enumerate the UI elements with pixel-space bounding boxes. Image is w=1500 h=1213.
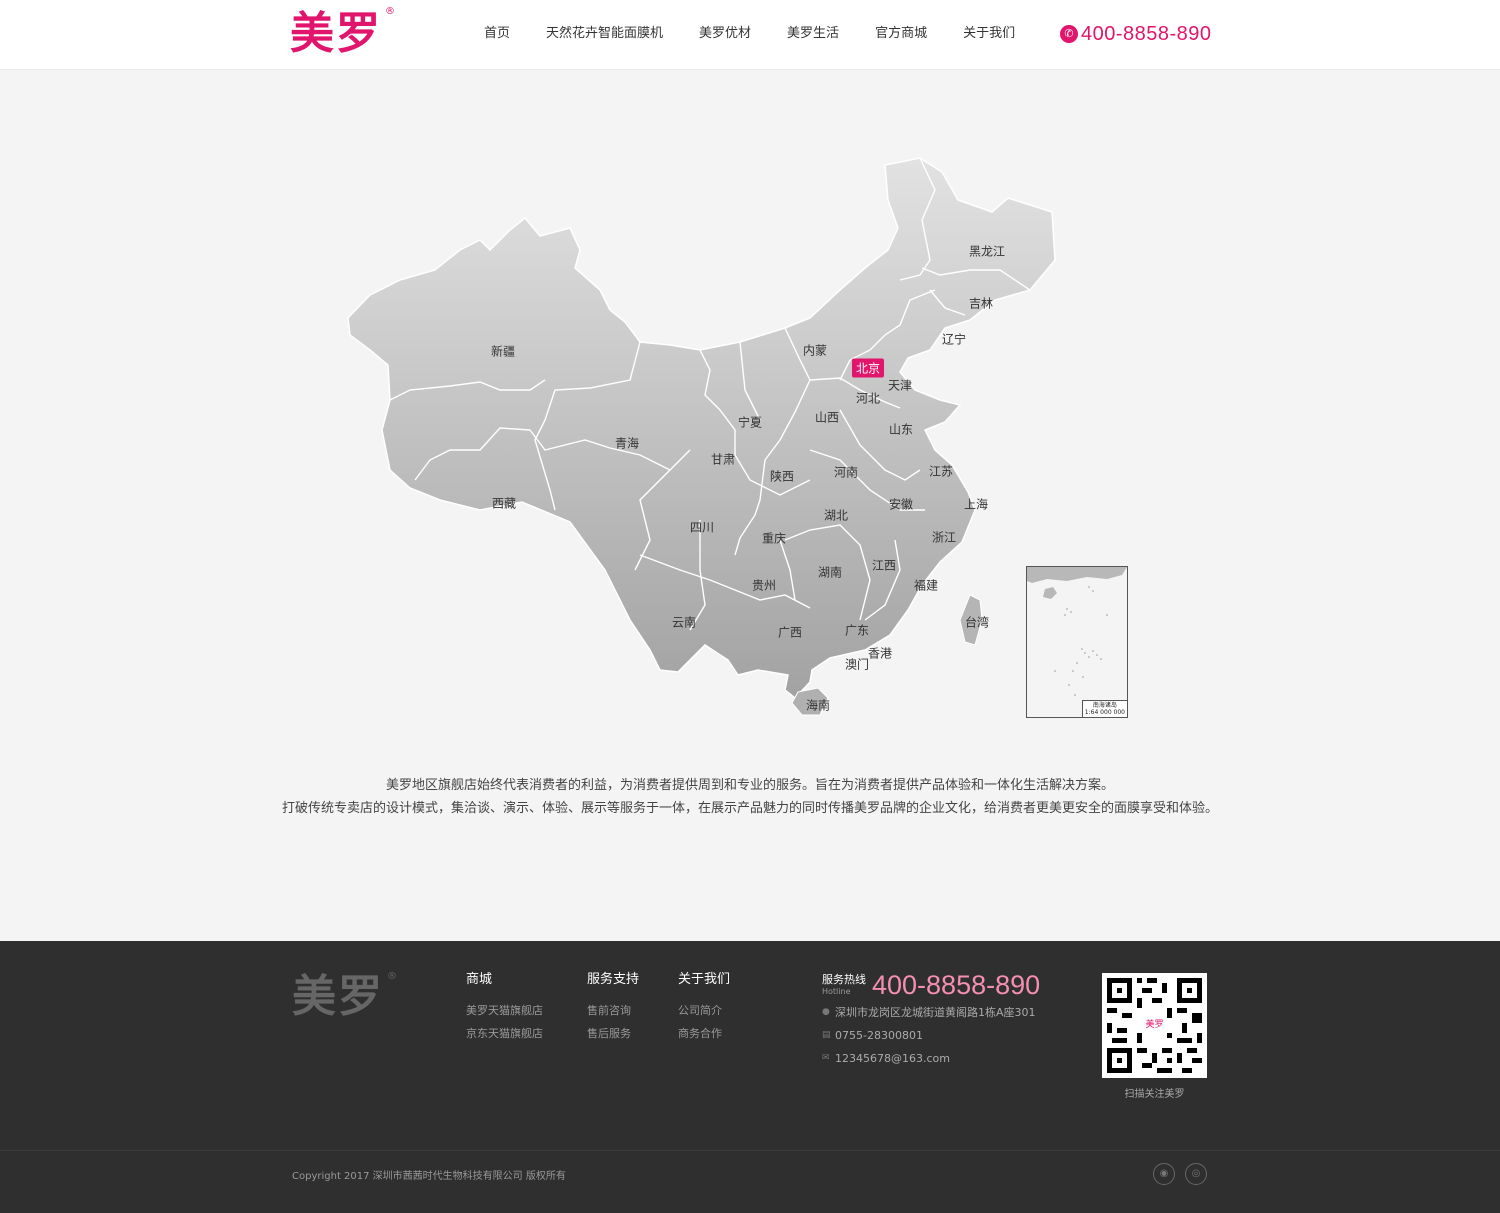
footer-link-presale[interactable]: 售前咨询 bbox=[587, 999, 639, 1022]
province-hongkong[interactable]: 香港 bbox=[868, 645, 892, 662]
footer-divider bbox=[0, 1150, 1500, 1151]
footer-link-company[interactable]: 公司简介 bbox=[678, 999, 730, 1022]
footer-hotline-label: 服务热线 bbox=[822, 973, 866, 986]
weibo-icon[interactable]: ◎ bbox=[1185, 1163, 1207, 1185]
province-neimeng[interactable]: 内蒙 bbox=[803, 342, 827, 359]
china-map-shape bbox=[347, 157, 1056, 716]
fax-icon: ▤ bbox=[822, 1030, 831, 1040]
inset-label-title: 南海诸岛 bbox=[1092, 702, 1117, 709]
province-hainan[interactable]: 海南 bbox=[806, 697, 830, 714]
location-icon: ● bbox=[822, 1007, 830, 1017]
province-xizang[interactable]: 西藏 bbox=[492, 495, 516, 512]
province-xinjiang[interactable]: 新疆 bbox=[491, 343, 515, 360]
footer-fax-text: 0755-28300801 bbox=[835, 1029, 923, 1042]
province-liaoning[interactable]: 辽宁 bbox=[942, 331, 966, 348]
footer-registered-mark: ® bbox=[387, 971, 399, 982]
footer-link-tmall[interactable]: 美罗天猫旗舰店 bbox=[466, 999, 543, 1022]
inset-label-scale: 1:64 000 000 bbox=[1084, 709, 1125, 716]
footer-col-title: 商城 bbox=[466, 972, 493, 987]
footer-address: ● 深圳市龙岗区龙城街道黄阁路1栋A座301 bbox=[822, 1001, 1040, 1024]
province-shanghai[interactable]: 上海 bbox=[964, 496, 988, 513]
province-shanxi[interactable]: 山西 bbox=[815, 409, 839, 426]
footer-service: 服务热线 Hotline 400-8858-890 ● 深圳市龙岗区龙城街道黄阁… bbox=[822, 969, 1040, 1070]
province-fujian[interactable]: 福建 bbox=[914, 577, 938, 594]
nav-item-store[interactable]: 官方商城 bbox=[857, 0, 945, 70]
logo[interactable]: 美罗 ® bbox=[290, 6, 395, 60]
footer-col-service: 服务支持 售前咨询 售后服务 bbox=[587, 971, 639, 1045]
province-anhui[interactable]: 安徽 bbox=[889, 496, 913, 513]
qr-center-logo: 美罗 bbox=[1145, 1020, 1164, 1030]
inset-label: 南海诸岛 1:64 000 000 bbox=[1081, 700, 1127, 717]
description-line-2: 打破传统专卖店的设计模式，集洽谈、演示、体验、展示等服务于一体，在展示产品魅力的… bbox=[281, 801, 1218, 816]
province-jiangsu[interactable]: 江苏 bbox=[929, 463, 953, 480]
nav-item-home[interactable]: 首页 bbox=[466, 0, 528, 70]
china-map: 黑龙江 吉林 辽宁 内蒙 北京 天津 河北 新疆 宁夏 山西 山东 青海 甘肃 … bbox=[340, 150, 1140, 730]
nav-item-materials[interactable]: 美罗优材 bbox=[681, 0, 769, 70]
footer-hotline-number: 400-8858-890 bbox=[872, 970, 1041, 1000]
province-hunan[interactable]: 湖南 bbox=[818, 564, 842, 581]
qr-code: 美罗 bbox=[1102, 973, 1207, 1078]
province-guizhou[interactable]: 贵州 bbox=[752, 577, 776, 594]
province-zhejiang[interactable]: 浙江 bbox=[932, 529, 956, 546]
province-jilin[interactable]: 吉林 bbox=[969, 295, 993, 312]
province-yunnan[interactable]: 云南 bbox=[672, 614, 696, 631]
nav-item-life[interactable]: 美罗生活 bbox=[769, 0, 857, 70]
footer-fax: ▤ 0755-28300801 bbox=[822, 1024, 1040, 1047]
footer-logo[interactable]: 美罗 ® bbox=[292, 971, 397, 1023]
footer-link-aftersale[interactable]: 售后服务 bbox=[587, 1022, 639, 1045]
hotline-number: 400-8858-890 bbox=[1081, 23, 1212, 45]
footer-col-title: 服务支持 bbox=[587, 972, 640, 987]
footer-hotline-sub: Hotline bbox=[822, 987, 851, 996]
mainland-shape bbox=[347, 157, 1056, 700]
mail-icon: ✉ bbox=[822, 1053, 830, 1063]
province-guangxi[interactable]: 广西 bbox=[778, 624, 802, 641]
registered-mark: ® bbox=[385, 6, 397, 17]
nav-item-about[interactable]: 关于我们 bbox=[945, 0, 1033, 70]
province-shandong[interactable]: 山东 bbox=[889, 421, 913, 438]
nav-item-mask-machine[interactable]: 天然花卉智能面膜机 bbox=[528, 0, 681, 70]
logo-text: 美罗 bbox=[290, 8, 382, 59]
footer-link-jd[interactable]: 京东天猫旗舰店 bbox=[466, 1022, 543, 1045]
footer-col-title: 关于我们 bbox=[678, 972, 731, 987]
footer-hotline-label-group: 服务热线 Hotline bbox=[822, 973, 866, 997]
province-macau[interactable]: 澳门 bbox=[845, 656, 869, 673]
qr-caption: 扫描关注美罗 bbox=[1124, 1089, 1185, 1100]
province-jiangxi[interactable]: 江西 bbox=[872, 557, 896, 574]
wechat-icon[interactable]: ◉ bbox=[1153, 1163, 1175, 1185]
province-ningxia[interactable]: 宁夏 bbox=[738, 414, 762, 431]
province-hubei[interactable]: 湖北 bbox=[824, 507, 848, 524]
footer-col-about: 关于我们 公司简介 商务合作 bbox=[678, 971, 730, 1045]
province-sichuan[interactable]: 四川 bbox=[690, 519, 714, 536]
footer-logo-text: 美罗 bbox=[292, 971, 384, 1022]
province-qinghai[interactable]: 青海 bbox=[615, 435, 639, 452]
footer-email: ✉ 12345678@163.com bbox=[822, 1047, 1040, 1070]
footer-link-business[interactable]: 商务合作 bbox=[678, 1022, 730, 1045]
site-footer: 美罗 ® 商城 美罗天猫旗舰店 京东天猫旗舰店 服务支持 售前咨询 售后服务 关… bbox=[0, 941, 1500, 1213]
copyright: Copyright 2017 深圳市茜茜时代生物科技有限公司 版权所有 bbox=[292, 1171, 566, 1182]
store-description: 美罗地区旗舰店始终代表消费者的利益，为消费者提供周到和专业的服务。旨在为消费者提… bbox=[0, 774, 1500, 820]
province-beijing[interactable]: 北京 bbox=[851, 358, 885, 378]
footer-email-text: 12345678@163.com bbox=[835, 1052, 950, 1065]
province-hebei[interactable]: 河北 bbox=[856, 390, 880, 407]
province-chongqing[interactable]: 重庆 bbox=[762, 530, 786, 547]
main-nav: 首页 天然花卉智能面膜机 美罗优材 美罗生活 官方商城 关于我们 bbox=[466, 0, 1033, 70]
footer-hotline: 服务热线 Hotline 400-8858-890 bbox=[822, 969, 1040, 1001]
province-shaanxi[interactable]: 陕西 bbox=[770, 468, 794, 485]
south-china-sea-inset: 南海诸岛 1:64 000 000 bbox=[1026, 566, 1128, 718]
province-gansu[interactable]: 甘肃 bbox=[711, 451, 735, 468]
phone-icon: ✆ bbox=[1060, 25, 1078, 43]
footer-col-mall: 商城 美罗天猫旗舰店 京东天猫旗舰店 bbox=[466, 971, 543, 1045]
header-hotline: ✆ 400-8858-890 bbox=[1060, 20, 1212, 48]
footer-address-text: 深圳市龙岗区龙城街道黄阁路1栋A座301 bbox=[835, 1006, 1036, 1019]
province-tianjin[interactable]: 天津 bbox=[888, 377, 912, 394]
inset-islands bbox=[1054, 586, 1108, 696]
description-line-1: 美罗地区旗舰店始终代表消费者的利益，为消费者提供周到和专业的服务。旨在为消费者提… bbox=[385, 778, 1114, 793]
inset-map bbox=[1027, 567, 1127, 696]
province-henan[interactable]: 河南 bbox=[834, 464, 858, 481]
site-header: 美罗 ® 首页 天然花卉智能面膜机 美罗优材 美罗生活 官方商城 关于我们 ✆ … bbox=[0, 0, 1500, 70]
province-taiwan[interactable]: 台湾 bbox=[965, 614, 989, 631]
province-heilongjiang[interactable]: 黑龙江 bbox=[969, 243, 1005, 260]
province-guangdong[interactable]: 广东 bbox=[845, 622, 869, 639]
